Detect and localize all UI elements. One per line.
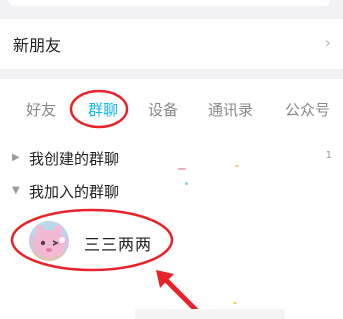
bottom-card-edge	[135, 309, 285, 319]
chevron-right-icon: ›	[324, 33, 331, 52]
new-friends-row[interactable]: 新朋友 ›	[0, 19, 343, 69]
decorative-speck	[233, 302, 237, 304]
decorative-speck	[178, 168, 186, 170]
section-divider	[0, 69, 343, 79]
created-groups-count: 1	[325, 150, 332, 161]
collapsed-arrow-icon: ▶	[12, 152, 20, 163]
new-friends-label: 新朋友	[13, 36, 62, 55]
tab-group-chats[interactable]: 群聊	[88, 99, 118, 120]
tab-address-book[interactable]: 通讯录	[208, 99, 253, 120]
created-groups-section[interactable]: ▶ 我创建的群聊 1	[0, 146, 343, 172]
expanded-arrow-icon: ▼	[12, 185, 20, 196]
tab-devices[interactable]: 设备	[148, 99, 178, 120]
group-chat-name: 三三两两	[84, 235, 153, 254]
tab-official-accounts[interactable]: 公众号	[285, 99, 330, 120]
joined-groups-section[interactable]: ▼ 我加入的群聊	[0, 179, 343, 205]
previous-card-edge	[8, 0, 330, 6]
joined-groups-label: 我加入的群聊	[29, 183, 120, 201]
decorative-speck	[235, 165, 239, 167]
pink-cartoon-avatar-icon	[29, 221, 69, 261]
decorative-speck	[185, 182, 188, 185]
tab-friends[interactable]: 好友	[26, 99, 56, 120]
created-groups-label: 我创建的群聊	[29, 150, 120, 168]
group-chat-list-item[interactable]: 三三两两	[0, 214, 343, 270]
contacts-tab-bar: 好友 群聊 设备 通讯录 公众号	[0, 86, 343, 132]
